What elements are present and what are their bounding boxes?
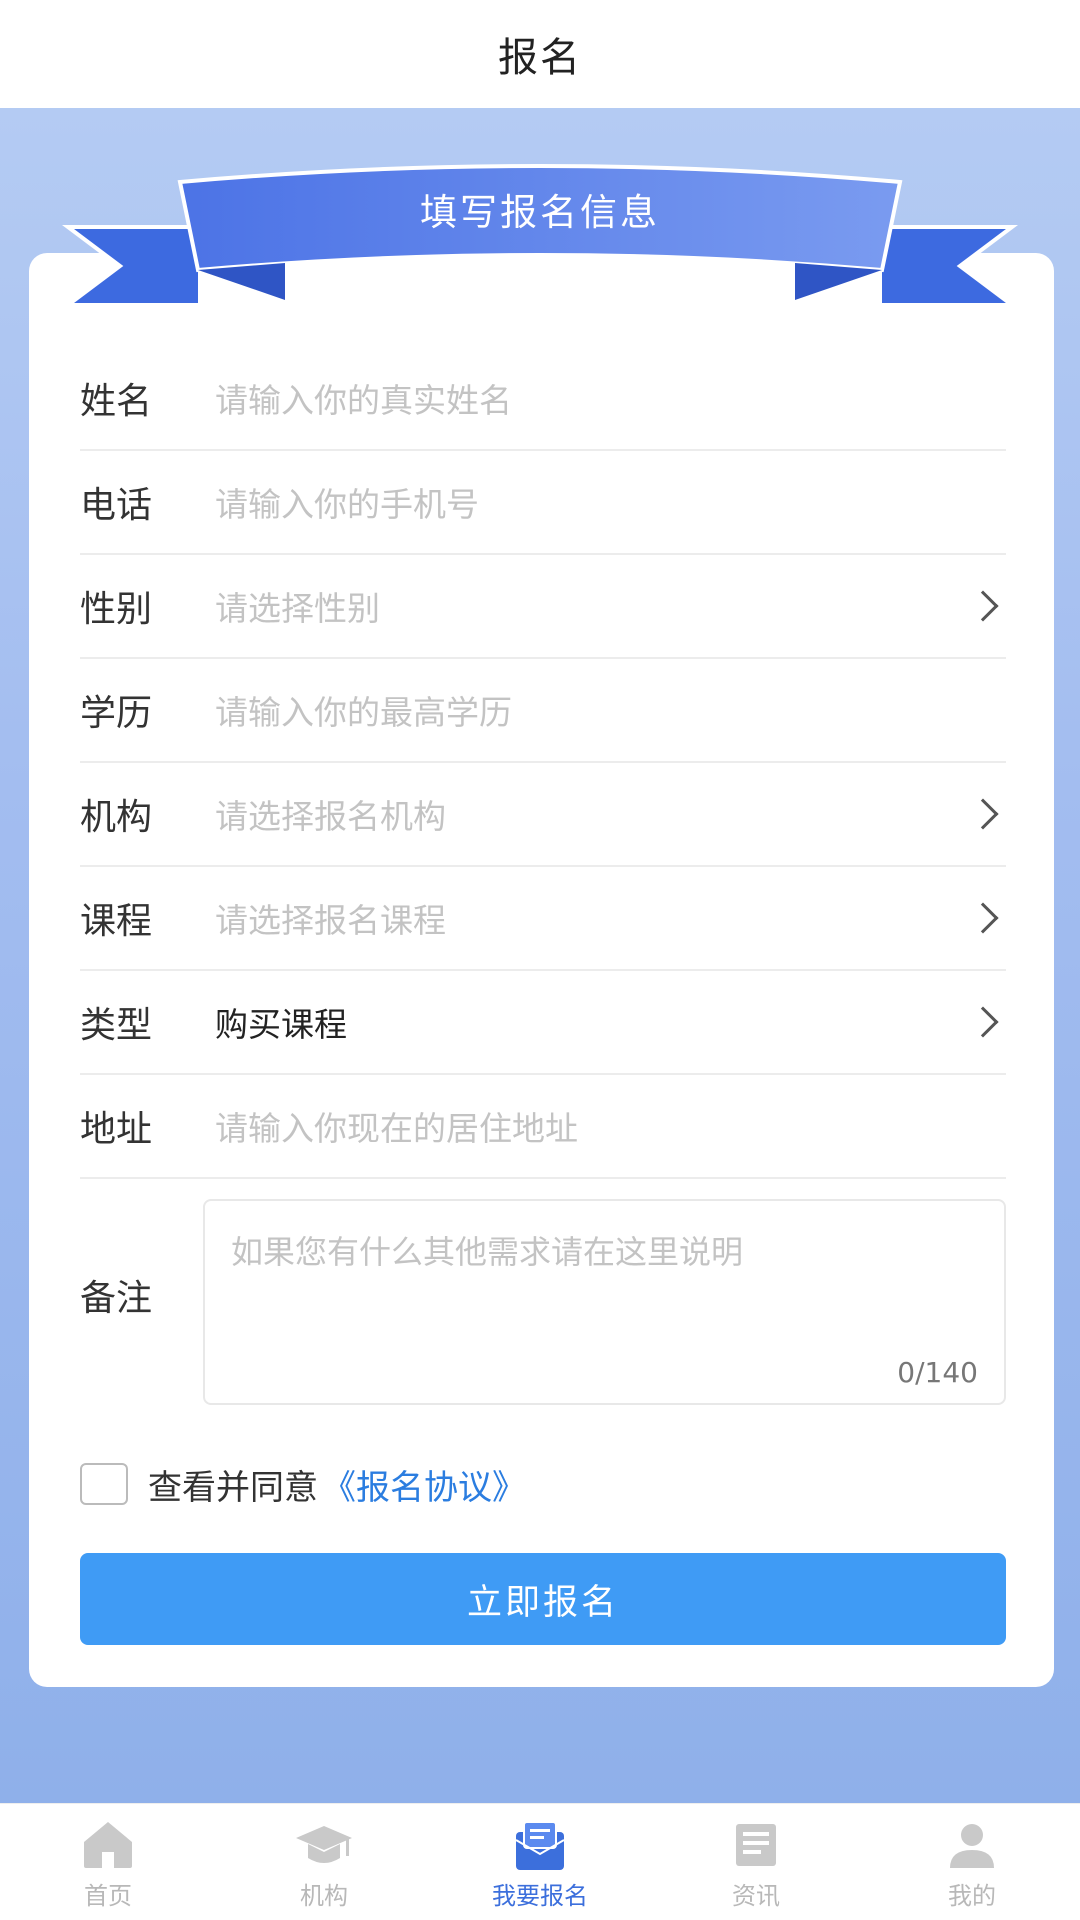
institution-row[interactable]: 机构 请选择报名机构 (80, 763, 1006, 867)
course-select[interactable]: 请选择报名课程 (215, 894, 1006, 942)
signup-form: 姓名 请输入你的真实姓名 电话 请输入你的手机号 性别 请选择性别 学历 请输入… (80, 347, 1006, 1411)
name-label: 姓名 (80, 381, 153, 422)
phone-label: 电话 (80, 485, 153, 526)
tab-label: 我的 (948, 1882, 996, 1910)
tab-news[interactable]: 资讯 (648, 1804, 864, 1920)
name-row[interactable]: 姓名 请输入你的真实姓名 (80, 347, 1006, 451)
type-select[interactable]: 购买课程 (215, 998, 1006, 1046)
note-textarea[interactable]: 如果您有什么其他需求请在这里说明 0/140 (203, 1199, 1006, 1405)
agreement-text: 查看并同意 (148, 1467, 318, 1508)
tab-institution[interactable]: 机构 (216, 1804, 432, 1920)
tab-home[interactable]: 首页 (0, 1804, 216, 1920)
type-label: 类型 (80, 1005, 153, 1046)
user-icon (950, 1824, 994, 1868)
note-row: 备注 如果您有什么其他需求请在这里说明 0/140 (80, 1179, 1006, 1411)
note-char-counter: 0/140 (897, 1356, 978, 1389)
name-input[interactable]: 请输入你的真实姓名 (215, 374, 1006, 422)
graduation-cap-icon (296, 1826, 352, 1863)
home-icon (84, 1822, 132, 1868)
address-row[interactable]: 地址 请输入你现在的居住地址 (80, 1075, 1006, 1179)
tab-signup[interactable]: 我要报名 (432, 1804, 648, 1920)
signup-icon (515, 1821, 565, 1870)
news-icon (736, 1824, 776, 1866)
note-label: 备注 (80, 1278, 153, 1319)
agreement-row: 查看并同意 《报名协议》 (80, 1460, 526, 1508)
tab-label: 机构 (300, 1882, 348, 1910)
phone-row[interactable]: 电话 请输入你的手机号 (80, 451, 1006, 555)
gender-label: 性别 (80, 589, 153, 630)
education-row[interactable]: 学历 请输入你的最高学历 (80, 659, 1006, 763)
agreement-link[interactable]: 《报名协议》 (322, 1460, 526, 1509)
submit-button[interactable]: 立即报名 (80, 1553, 1006, 1645)
address-label: 地址 (80, 1109, 153, 1150)
institution-label: 机构 (80, 797, 153, 838)
agreement-checkbox[interactable] (80, 1463, 128, 1505)
institution-select[interactable]: 请选择报名机构 (215, 790, 1006, 838)
course-label: 课程 (80, 901, 153, 942)
education-input[interactable]: 请输入你的最高学历 (215, 686, 1006, 734)
header: 报名 (0, 0, 1080, 108)
tab-label: 首页 (84, 1882, 132, 1910)
type-row[interactable]: 类型 购买课程 (80, 971, 1006, 1075)
tab-label: 资讯 (732, 1882, 780, 1910)
tab-label: 我要报名 (492, 1882, 588, 1910)
phone-input[interactable]: 请输入你的手机号 (215, 478, 1006, 526)
gender-select[interactable]: 请选择性别 (215, 582, 1006, 630)
course-row[interactable]: 课程 请选择报名课程 (80, 867, 1006, 971)
education-label: 学历 (80, 693, 153, 734)
gender-row[interactable]: 性别 请选择性别 (80, 555, 1006, 659)
tab-mine[interactable]: 我的 (864, 1804, 1080, 1920)
banner-title: 填写报名信息 (420, 191, 660, 234)
address-input[interactable]: 请输入你现在的居住地址 (215, 1102, 1006, 1150)
page-title: 报名 (498, 35, 582, 81)
note-placeholder: 如果您有什么其他需求请在这里说明 (231, 1233, 744, 1271)
tab-bar: 首页 机构 我要报名 资讯 我的 (0, 1803, 1080, 1920)
